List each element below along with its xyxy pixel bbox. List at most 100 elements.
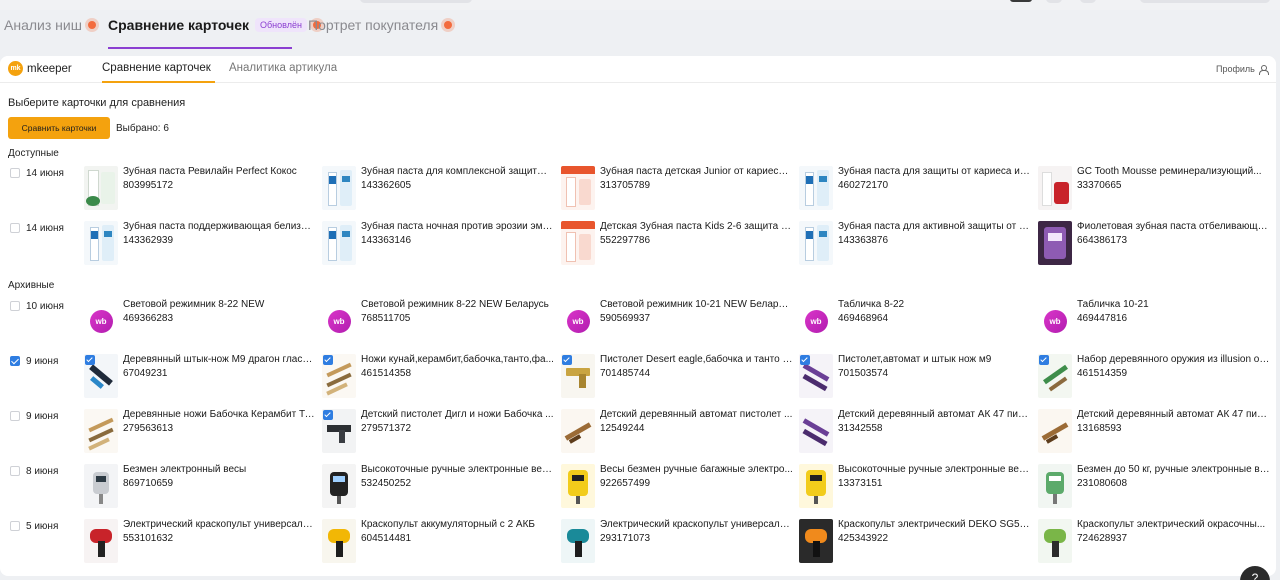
product-card[interactable]: Безмен электронный весы 869710659 [84, 464, 316, 514]
updated-badge: Обновлён [255, 18, 307, 32]
product-card[interactable]: Зубная паста поддерживающая белизну... 14… [84, 221, 316, 271]
product-card[interactable]: Зубная паста для активной защиты от ка..… [799, 221, 1031, 271]
available-group-label: Доступные [8, 148, 59, 159]
product-card[interactable]: Зубная паста Ревилайн Perfect Кокос 80399… [84, 166, 316, 216]
product-article: 553101632 [123, 533, 174, 544]
update-dot-icon [444, 21, 453, 29]
product-card[interactable]: Высокоточные ручные электронные вес... 53… [322, 464, 554, 514]
product-card[interactable]: Детский деревянный автомат АК 47 пис... 1… [1038, 409, 1270, 459]
tab-buyer-portrait[interactable]: Портрет покупателя [308, 16, 453, 34]
compare-cards-button[interactable]: Сравнить карточки [8, 117, 110, 139]
product-card[interactable]: Пистолет Desert eagle,бабочка и танто il… [561, 354, 793, 404]
product-article: 425343922 [838, 533, 889, 544]
product-name: Зубная паста ночная против эрозии эма... [361, 221, 554, 232]
product-name: Детский деревянный автомат пистолет ... [600, 409, 793, 420]
product-name: GC Tooth Mousse реминерализующий... [1077, 166, 1262, 177]
product-card[interactable]: wb Световой режимник 8-22 NEW 469366283 [84, 299, 316, 349]
product-card[interactable]: Высокоточные ручные электронные вес... 13… [799, 464, 1031, 514]
product-card[interactable]: Детский деревянный автомат пистолет ... 1… [561, 409, 793, 459]
product-name: Детская Зубная паста Kids 2-6 защита о..… [600, 221, 793, 232]
product-card[interactable]: Фиолетовая зубная паста отбеливающа... 66… [1038, 221, 1270, 271]
product-card[interactable]: wb Табличка 10-21 469447816 [1038, 299, 1270, 349]
card-checkbox-icon[interactable] [562, 355, 572, 365]
archive-group-label: Архивные [8, 280, 55, 291]
product-article: 590569937 [600, 313, 651, 324]
row-checkbox[interactable] [10, 356, 20, 366]
card-checkbox-icon[interactable] [1039, 355, 1049, 365]
toolbar-icon[interactable] [1080, 0, 1096, 3]
product-article: 12549244 [600, 423, 645, 434]
row-checkbox[interactable] [10, 301, 20, 311]
product-name: Световой режимник 8-22 NEW Беларусь [361, 299, 549, 310]
card-checkbox-icon[interactable] [85, 355, 95, 365]
row-checkbox[interactable] [10, 168, 20, 178]
product-article: 313705789 [600, 180, 651, 191]
marketplace-tabs: Анализ ниш Сравнение карточек Обновлён П… [0, 10, 1280, 49]
product-thumbnail [799, 354, 833, 398]
tab-article-analytics[interactable]: Аналитика артикула [229, 62, 337, 74]
product-thumbnail [322, 464, 356, 508]
product-name: Фиолетовая зубная паста отбеливающа... [1077, 221, 1270, 232]
product-article: 552297786 [600, 235, 651, 246]
product-card[interactable]: Краскопульт электрический окрасочны... 72… [1038, 519, 1270, 569]
card-checkbox-icon[interactable] [323, 355, 333, 365]
profile-label: Профиль [1216, 64, 1255, 74]
product-card[interactable]: Зубная паста детская Junior от кариеса .… [561, 166, 793, 216]
product-thumbnail [799, 221, 833, 265]
product-article: 143363876 [838, 235, 889, 246]
product-name: Табличка 8-22 [838, 299, 905, 310]
product-article: 701503574 [838, 368, 889, 379]
product-card[interactable]: Зубная паста для защиты от кариеса и у..… [799, 166, 1031, 216]
product-name: Электрический краскопульт универсаль... [600, 519, 793, 530]
product-card[interactable]: Краскопульт электрический DEKO SG50... 42… [799, 519, 1031, 569]
product-name: Высокоточные ручные электронные вес... [838, 464, 1031, 475]
product-card[interactable]: wb Табличка 8-22 469468964 [799, 299, 1031, 349]
tab-niche-analysis[interactable]: Анализ ниш [4, 16, 96, 34]
product-article: 469366283 [123, 313, 174, 324]
toolbar-pill[interactable] [1140, 0, 1270, 3]
product-card[interactable]: wb Световой режимник 8-22 NEW Беларусь 768… [322, 299, 554, 349]
row-date: 8 июня [26, 466, 59, 477]
product-thumbnail [561, 166, 595, 210]
card-checkbox-icon[interactable] [800, 355, 810, 365]
product-thumbnail: wb [84, 299, 118, 343]
product-thumbnail [84, 166, 118, 210]
product-card[interactable]: Деревянные ножи Бабочка Керамбит Та... 27… [84, 409, 316, 459]
product-article: 664386173 [1077, 235, 1128, 246]
product-name: Зубная паста для комплексной защиты Т... [361, 166, 554, 177]
card-checkbox-icon[interactable] [323, 410, 333, 420]
product-article: 604514481 [361, 533, 412, 544]
product-name: Детский деревянный автомат АК 47 пис... [838, 409, 1031, 420]
toolbar-icon[interactable] [1046, 0, 1062, 3]
product-card[interactable]: Краскопульт аккумуляторный с 2 АКБ 604514… [322, 519, 554, 569]
product-card[interactable]: Весы безмен ручные багажные электро... 92… [561, 464, 793, 514]
product-card[interactable]: Набор деревянного оружия из illusion of … [1038, 354, 1270, 404]
product-card[interactable]: Детский деревянный автомат АК 47 пис... 3… [799, 409, 1031, 459]
profile-link[interactable]: Профиль [1216, 64, 1269, 75]
product-card[interactable]: Электрический краскопульт универсаль... 2… [561, 519, 793, 569]
product-card[interactable]: Зубная паста для комплексной защиты Т...… [322, 166, 554, 216]
product-card[interactable]: Детская Зубная паста Kids 2-6 защита о..… [561, 221, 793, 271]
product-article: 469468964 [838, 313, 889, 324]
product-card[interactable]: Электрический краскопульт универсаль... 5… [84, 519, 316, 569]
product-card[interactable]: Деревянный штык-нож М9 драгон гласс ... 6… [84, 354, 316, 404]
mkeeper-logo[interactable]: mk mkeeper [8, 61, 72, 76]
product-card[interactable]: wb Световой режимник 10-21 NEW Беларусь 59… [561, 299, 793, 349]
row-checkbox[interactable] [10, 223, 20, 233]
product-thumbnail [322, 409, 356, 453]
tab-card-comparison[interactable]: Сравнение карточек Обновлён [108, 16, 321, 34]
product-card[interactable]: Зубная паста ночная против эрозии эма...… [322, 221, 554, 271]
product-card[interactable]: Пистолет,автомат и штык нож м9 701503574 [799, 354, 1031, 404]
product-card[interactable]: Безмен до 50 кг, ручные электронные ве..… [1038, 464, 1270, 514]
product-card[interactable]: Ножи кунай,керамбит,бабочка,танто,фа... 4… [322, 354, 554, 404]
row-checkbox[interactable] [10, 466, 20, 476]
row-checkbox[interactable] [10, 521, 20, 531]
product-article: 231080608 [1077, 478, 1128, 489]
row-checkbox[interactable] [10, 411, 20, 421]
product-name: Весы безмен ручные багажные электро... [600, 464, 793, 475]
product-name: Высокоточные ручные электронные вес... [361, 464, 554, 475]
toolbar-dark-button[interactable] [1010, 0, 1032, 2]
product-card[interactable]: GC Tooth Mousse реминерализующий... 33370… [1038, 166, 1270, 216]
tab-compare-cards[interactable]: Сравнение карточек [102, 62, 211, 74]
product-card[interactable]: Детский пистолет Дигл и ножи Бабочка ...… [322, 409, 554, 459]
